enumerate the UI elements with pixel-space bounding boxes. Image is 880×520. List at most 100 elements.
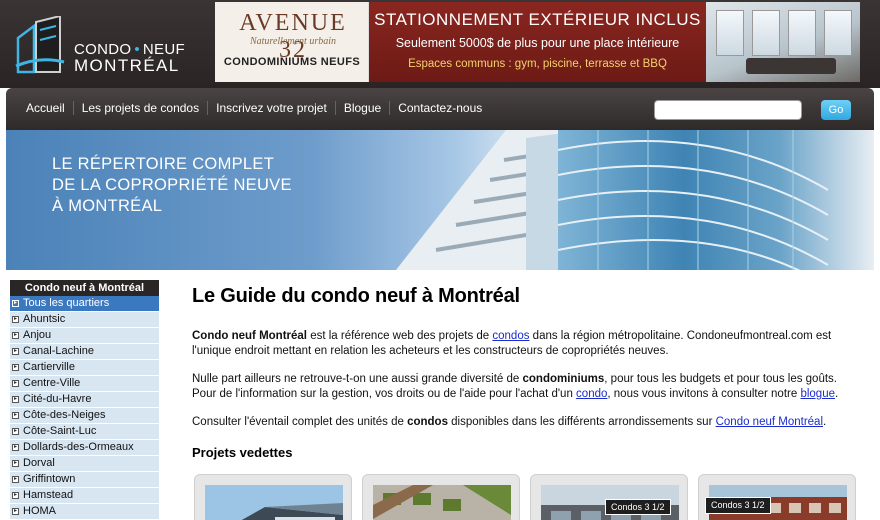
intro-paragraph-1: Condo neuf Montréal est la référence web… [192, 330, 832, 357]
ad-photo-window [788, 10, 816, 56]
bullet-arrow-icon: ▸ [12, 300, 19, 307]
nav-link-projets[interactable]: Les projets de condos [82, 101, 209, 115]
ad-promo-headline: STATIONNEMENT EXTÉRIEUR INCLUS [374, 10, 701, 29]
sidebar-item-label: Canal-Lachine [23, 345, 94, 357]
sidebar-item-neighbourhood[interactable]: ▸ Côte-Saint-Luc [10, 424, 159, 440]
ad-promo-panel: STATIONNEMENT EXTÉRIEUR INCLUS Seulement… [369, 2, 706, 82]
sidebar-item-neighbourhood[interactable]: ▸ Ahuntsic [10, 312, 159, 328]
nav-link-inscrivez[interactable]: Inscrivez votre projet [216, 101, 336, 115]
featured-project-card[interactable]: Condos 3 1/2 [698, 474, 856, 520]
hero-line-3: À MONTRÉAL [52, 197, 163, 215]
bullet-arrow-icon: ▸ [12, 380, 19, 387]
bullet-arrow-icon: ▸ [12, 476, 19, 483]
page-title: Le Guide du condo neuf à Montréal [192, 285, 520, 307]
featured-project-card[interactable] [362, 474, 520, 520]
intro-paragraph-2: Nulle part ailleurs ne retrouve-t-on une… [192, 373, 839, 400]
bullet-arrow-icon: ▸ [12, 396, 19, 403]
ad-photo-window [824, 10, 852, 56]
neighbourhood-list: ▸ Tous les quartiers ▸ Ahuntsic ▸ Anjou ▸ Canal… [10, 296, 159, 520]
featured-project-card[interactable]: Condos 3 1/2 [530, 474, 688, 520]
bullet-arrow-icon: ▸ [12, 348, 19, 355]
link-condo-neuf-montreal[interactable]: Condo neuf Montréal [716, 416, 823, 428]
sidebar-item-neighbourhood[interactable]: ▸ Côte-des-Neiges [10, 408, 159, 424]
hero-building-illustration [396, 130, 576, 270]
ad-photo-window [716, 10, 744, 56]
nav-link-accueil[interactable]: Accueil [26, 101, 74, 115]
logo-building-icon [15, 16, 65, 74]
neighbourhood-sidebar: Condo neuf à Montréal ▸ Tous les quartier… [10, 280, 159, 520]
sidebar-item-label: Ahuntsic [23, 313, 66, 325]
nav-link-contact[interactable]: Contactez-nous [398, 101, 490, 115]
sidebar-item-label: Cartierville [23, 361, 75, 373]
sidebar-item-label: Dollards-des-Ormeaux [23, 441, 134, 453]
featured-projects-heading: Projets vedettes [192, 445, 293, 460]
sidebar-item-label: HOMA [23, 505, 56, 517]
sidebar-item-label: Griffintown [23, 473, 76, 485]
ad-photo-sofa [746, 58, 836, 74]
bullet-arrow-icon: ▸ [12, 444, 19, 451]
ad-brand-subtitle: CONDOMINIUMS NEUFS [223, 56, 361, 68]
hero-glass-tower [558, 130, 874, 270]
link-condos[interactable]: condos [492, 330, 529, 342]
project-photo [205, 485, 343, 520]
bullet-arrow-icon: ▸ [12, 492, 19, 499]
sidebar-item-label: Hamstead [23, 489, 74, 501]
sidebar-item-label: Cité-du-Havre [23, 393, 92, 405]
sidebar-item-label: Tous les quartiers [23, 297, 110, 309]
project-photo [373, 485, 511, 520]
ad-brand-panel: AVENUE 32 Naturellement urbain CONDOMINI… [215, 2, 369, 82]
project-type-label: Condos 3 1/2 [605, 499, 671, 515]
bullet-arrow-icon: ▸ [12, 316, 19, 323]
main-content: Le Guide du condo neuf à Montréal Condo … [192, 285, 852, 460]
ad-interior-photo [706, 2, 860, 82]
sidebar-item-neighbourhood[interactable]: ▸ Hamstead [10, 488, 159, 504]
sidebar-item-neighbourhood[interactable]: ▸ Griffintown [10, 472, 159, 488]
sidebar-item-neighbourhood[interactable]: ▸ Centre-Ville [10, 376, 159, 392]
sidebar-item-neighbourhood[interactable]: ▸ Cartierville [10, 360, 159, 376]
site-header: CONDO • NEUF MONTRÉAL AVENUE 32 Naturellem… [0, 0, 880, 88]
bullet-arrow-icon: ▸ [12, 428, 19, 435]
hero-banner: LE RÉPERTOIRE COMPLET DE LA COPROPRIÉTÉ … [6, 130, 874, 270]
sidebar-item-neighbourhood[interactable]: ▸ Dollards-des-Ormeaux [10, 440, 159, 456]
sidebar-item-neighbourhood[interactable]: ▸ Tous les quartiers [10, 296, 159, 312]
sidebar-item-label: Côte-des-Neiges [23, 409, 106, 421]
sidebar-item-label: Anjou [23, 329, 52, 341]
intro-paragraph-3: Consulter l'éventail complet des unités … [192, 416, 827, 428]
sidebar-item-neighbourhood[interactable]: ▸ HOMA [10, 504, 159, 520]
ad-photo-window [752, 10, 780, 56]
main-nav: Accueil Les projets de condos Inscrivez … [6, 88, 874, 130]
nav-links: Accueil Les projets de condos Inscrivez … [26, 101, 498, 115]
sidebar-title: Condo neuf à Montréal [10, 280, 159, 296]
ad-banner[interactable]: AVENUE 32 Naturellement urbain CONDOMINI… [215, 2, 860, 82]
project-type-label: Condos 3 1/2 [705, 497, 771, 514]
featured-project-card[interactable] [194, 474, 352, 520]
featured-projects: Condos 3 1/2 Condos 3 1/2 [194, 474, 874, 520]
site-logo[interactable]: CONDO • NEUF MONTRÉAL [14, 14, 194, 76]
bullet-arrow-icon: ▸ [12, 412, 19, 419]
page: CONDO • NEUF MONTRÉAL AVENUE 32 Naturellem… [0, 0, 880, 520]
sidebar-item-neighbourhood[interactable]: ▸ Anjou [10, 328, 159, 344]
sidebar-item-label: Dorval [23, 457, 55, 469]
sidebar-item-label: Centre-Ville [23, 377, 81, 389]
sidebar-item-neighbourhood[interactable]: ▸ Dorval [10, 456, 159, 472]
sidebar-item-neighbourhood[interactable]: ▸ Canal-Lachine [10, 344, 159, 360]
ad-promo-line2: Seulement 5000$ de plus pour une place i… [395, 36, 680, 50]
bullet-arrow-icon: ▸ [12, 508, 19, 515]
search-go-button[interactable]: Go [821, 100, 851, 120]
hero-line-1: LE RÉPERTOIRE COMPLET [52, 155, 275, 173]
link-condo[interactable]: condo [576, 388, 607, 400]
logo-text-montreal: MONTRÉAL [74, 56, 180, 75]
search-input[interactable] [654, 100, 802, 120]
bullet-arrow-icon: ▸ [12, 364, 19, 371]
bullet-arrow-icon: ▸ [12, 332, 19, 339]
link-blogue[interactable]: blogue [800, 388, 835, 400]
bullet-arrow-icon: ▸ [12, 460, 19, 467]
nav-link-blogue[interactable]: Blogue [344, 101, 391, 115]
sidebar-item-label: Côte-Saint-Luc [23, 425, 97, 437]
intro-strong: Condo neuf Montréal [192, 330, 307, 342]
ad-promo-line3: Espaces communs : gym, piscine, terrasse… [408, 58, 667, 70]
sidebar-item-neighbourhood[interactable]: ▸ Cité-du-Havre [10, 392, 159, 408]
hero-line-2: DE LA COPROPRIÉTÉ NEUVE [52, 176, 292, 194]
ad-brand-tagline: Naturellement urbain [249, 36, 336, 47]
hero-tagline: LE RÉPERTOIRE COMPLET DE LA COPROPRIÉTÉ … [52, 154, 292, 217]
